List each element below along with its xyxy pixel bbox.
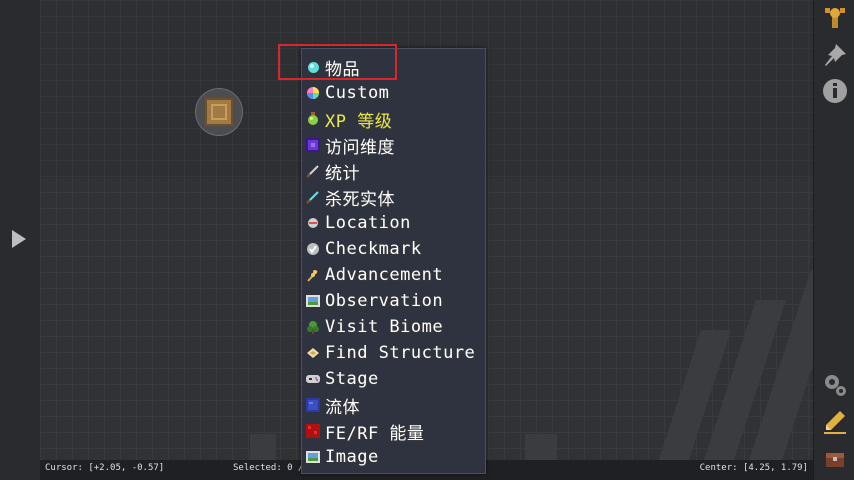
menu-item-checkmark[interactable]: Checkmark: [306, 236, 422, 262]
wheat-icon: [306, 268, 320, 282]
painting-icon: [306, 294, 320, 308]
pencil-icon[interactable]: [822, 408, 848, 434]
water-icon: [306, 398, 320, 412]
crate-icon: [205, 98, 233, 126]
menu-item-find-structure[interactable]: Find Structure: [306, 340, 475, 366]
compass-icon: [306, 216, 320, 230]
right-toolbar: [813, 0, 854, 480]
xp-bottle-icon: [306, 112, 320, 126]
cursor-coordinates: Cursor: [+2.05, -0.57]: [45, 463, 165, 473]
menu-item-stage[interactable]: Stage: [306, 366, 379, 392]
center-coordinates: Center: [4.25, 1.79]: [699, 463, 808, 473]
menu-item-observation[interactable]: Observation: [306, 288, 443, 314]
arrow-right-icon[interactable]: [12, 230, 26, 248]
task-type-menu: 物品 Custom XP 等级 访问维度 统计 杀死实体 Location Ch…: [301, 48, 486, 474]
chest-icon[interactable]: [822, 446, 848, 472]
sword-icon: [306, 164, 320, 178]
menu-item-fe-rf-energy[interactable]: FE/RF 能量: [306, 418, 424, 444]
menu-item-fluid[interactable]: 流体: [306, 392, 360, 418]
menu-item-kill-entity[interactable]: 杀死实体: [306, 184, 395, 210]
highlight-box: [278, 44, 397, 80]
info-icon[interactable]: [822, 78, 848, 104]
menu-item-visit-biome[interactable]: Visit Biome: [306, 314, 443, 340]
sapling-icon: [306, 320, 320, 334]
rainbow-orb-icon: [306, 86, 320, 100]
settings-gear-icon[interactable]: [822, 372, 848, 398]
selection-count: Selected: 0 /: [233, 463, 304, 473]
checkmark-icon: [306, 242, 320, 256]
gamepad-icon: [306, 372, 320, 386]
image-icon: [306, 450, 320, 464]
map-icon: [306, 346, 320, 360]
menu-item-image[interactable]: Image: [306, 444, 379, 470]
background-decoration: [250, 434, 276, 460]
diamond-sword-icon: [306, 190, 320, 204]
menu-item-xp-level[interactable]: XP 等级: [306, 106, 392, 132]
menu-item-visit-dimension[interactable]: 访问维度: [306, 132, 395, 158]
menu-item-location[interactable]: Location: [306, 210, 411, 236]
portal-icon: [306, 138, 320, 152]
quest-book-icon[interactable]: [822, 4, 848, 30]
menu-item-advancement[interactable]: Advancement: [306, 262, 443, 288]
left-sidebar: [0, 0, 41, 480]
background-decoration: [525, 434, 557, 460]
menu-item-statistics[interactable]: 统计: [306, 158, 360, 184]
pin-icon[interactable]: [822, 42, 848, 68]
menu-item-custom[interactable]: Custom: [306, 80, 389, 106]
quest-node[interactable]: [195, 88, 243, 136]
redstone-block-icon: [306, 424, 320, 438]
